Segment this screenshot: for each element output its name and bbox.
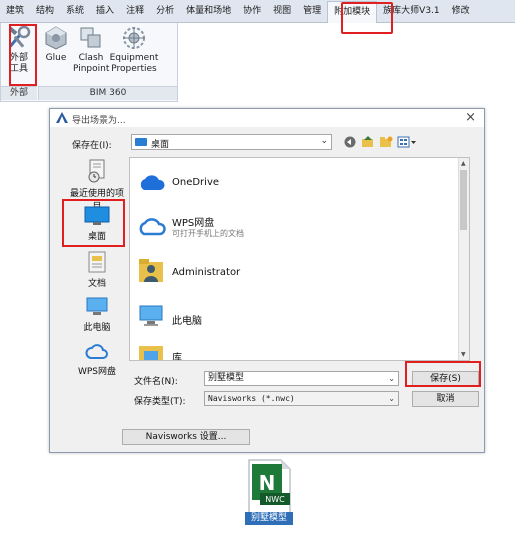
place-wps-cloud-label: WPS网盘 — [77, 367, 117, 377]
chevron-down-icon[interactable]: ⌄ — [388, 392, 395, 405]
list-item[interactable]: WPS网盘 可打开手机上的文档 — [130, 206, 450, 246]
panel-label-bim360: BIM 360 — [38, 86, 177, 100]
scroll-up-icon[interactable]: ▲ — [461, 160, 466, 167]
place-documents[interactable]: 文档 — [67, 250, 127, 289]
back-icon[interactable] — [343, 136, 357, 148]
file-name: WPS网盘 — [172, 218, 215, 229]
onedrive-icon — [140, 175, 165, 190]
file-name: OneDrive — [172, 177, 220, 188]
svg-text:N: N — [259, 471, 276, 495]
save-in-select[interactable]: 桌面 ⌄ — [131, 134, 332, 150]
tab-view[interactable]: 视图 — [267, 0, 297, 22]
save-in-value: 桌面 — [151, 140, 170, 150]
documents-icon — [88, 251, 106, 273]
list-item[interactable]: 库 — [130, 336, 450, 361]
chevron-down-icon[interactable]: ⌄ — [388, 372, 395, 385]
equipment-icon — [123, 27, 145, 49]
file-name: 库 — [172, 353, 182, 361]
equipment-properties-label: Equipment Properties — [109, 53, 159, 74]
desktop-folder-icon — [135, 138, 147, 146]
file-list[interactable]: OneDrive WPS网盘 可打开手机上的文档 Administrator 此… — [129, 157, 470, 361]
nwc-badge-text: NWC — [265, 495, 285, 504]
list-item[interactable]: 此电脑 — [130, 296, 450, 336]
tab-insert[interactable]: 插入 — [90, 0, 120, 22]
clash-icon — [80, 27, 101, 48]
file-type-value: Navisworks (*.nwc) — [208, 394, 295, 403]
tab-structure[interactable]: 结构 — [30, 0, 60, 22]
computer-icon — [139, 305, 163, 326]
file-type-select[interactable]: Navisworks (*.nwc) ⌄ — [204, 391, 399, 406]
wps-cloud-icon — [139, 218, 166, 236]
place-computer[interactable]: 此电脑 — [67, 296, 127, 333]
new-folder-icon[interactable] — [379, 136, 393, 148]
dialog-title: 导出场景为... — [72, 116, 126, 126]
file-list-scrollbar[interactable]: ▲ ▼ — [458, 158, 469, 360]
list-item[interactable]: Administrator — [130, 252, 450, 292]
glue-icon — [45, 26, 67, 50]
tab-analyze[interactable]: 分析 — [150, 0, 180, 22]
cancel-button[interactable]: 取消 — [412, 391, 479, 407]
chevron-down-icon: ⌄ — [320, 136, 328, 146]
tab-manage[interactable]: 管理 — [297, 0, 327, 22]
save-in-label: 保存在(I): — [72, 141, 112, 151]
glue-label: Glue — [45, 53, 67, 63]
close-icon[interactable]: × — [465, 110, 476, 125]
dialog-titlebar: 导出场景为... × — [50, 109, 484, 127]
panel-label-external: 外部 — [1, 86, 37, 100]
places-bar: 最近使用的项目 桌面 文档 此电脑 — [67, 158, 127, 383]
tab-architecture[interactable]: 建筑 — [0, 0, 30, 22]
export-scene-dialog: 导出场景为... × 保存在(I): 桌面 ⌄ 最近使用的项 桌面 文档 此电脑… — [49, 108, 485, 453]
external-tools-highlight — [9, 24, 37, 86]
up-folder-icon[interactable] — [361, 136, 375, 148]
tab-annotate[interactable]: 注释 — [120, 0, 150, 22]
equipment-properties-button[interactable]: Equipment Properties — [109, 25, 159, 75]
nwc-file-icon[interactable]: N NWC 别墅模型 — [240, 458, 298, 528]
file-name: Administrator — [172, 267, 241, 278]
recent-icon — [88, 159, 105, 183]
cloud-icon — [85, 344, 108, 359]
clash-pinpoint-button[interactable]: Clash Pinpoint — [73, 25, 109, 75]
file-name-value: 别墅模型 — [208, 373, 245, 383]
computer-icon — [86, 297, 108, 315]
save-button-highlight — [405, 361, 481, 387]
nwc-file-name: 别墅模型 — [245, 512, 293, 525]
navisworks-settings-button[interactable]: Navisworks 设置... — [122, 429, 250, 445]
desktop-place-highlight — [62, 199, 125, 247]
user-folder-icon — [139, 259, 163, 282]
tab-collaborate[interactable]: 协作 — [237, 0, 267, 22]
file-name-field[interactable]: 别墅模型 ⌄ — [204, 371, 399, 386]
library-icon — [139, 346, 163, 360]
addins-tab-highlight — [341, 2, 393, 34]
ribbon: 建筑 结构 系统 插入 注释 分析 体量和场地 协作 视图 管理 附加模块 族库… — [0, 0, 515, 102]
tab-systems[interactable]: 系统 — [60, 0, 90, 22]
file-name: 此电脑 — [172, 316, 202, 327]
file-description: 可打开手机上的文档 — [172, 229, 244, 238]
ribbon-tab-bar: 建筑 结构 系统 插入 注释 分析 体量和场地 协作 视图 管理 附加模块 族库… — [0, 0, 515, 23]
clash-pinpoint-label: Clash Pinpoint — [73, 53, 110, 74]
tab-massing-site[interactable]: 体量和场地 — [180, 0, 237, 22]
place-documents-label: 文档 — [87, 279, 106, 289]
scroll-down-icon[interactable]: ▼ — [461, 351, 466, 358]
file-name-label: 文件名(N): — [134, 377, 178, 387]
scroll-thumb[interactable] — [460, 170, 467, 230]
app-icon — [56, 112, 68, 123]
place-wps-cloud[interactable]: WPS网盘 — [67, 342, 127, 377]
file-type-label: 保存类型(T): — [134, 397, 186, 407]
place-computer-label: 此电脑 — [83, 323, 111, 333]
list-item[interactable]: OneDrive — [130, 162, 450, 202]
tab-modify[interactable]: 修改 — [446, 0, 476, 22]
glue-button[interactable]: Glue — [39, 25, 73, 64]
view-menu-icon[interactable] — [397, 136, 417, 148]
